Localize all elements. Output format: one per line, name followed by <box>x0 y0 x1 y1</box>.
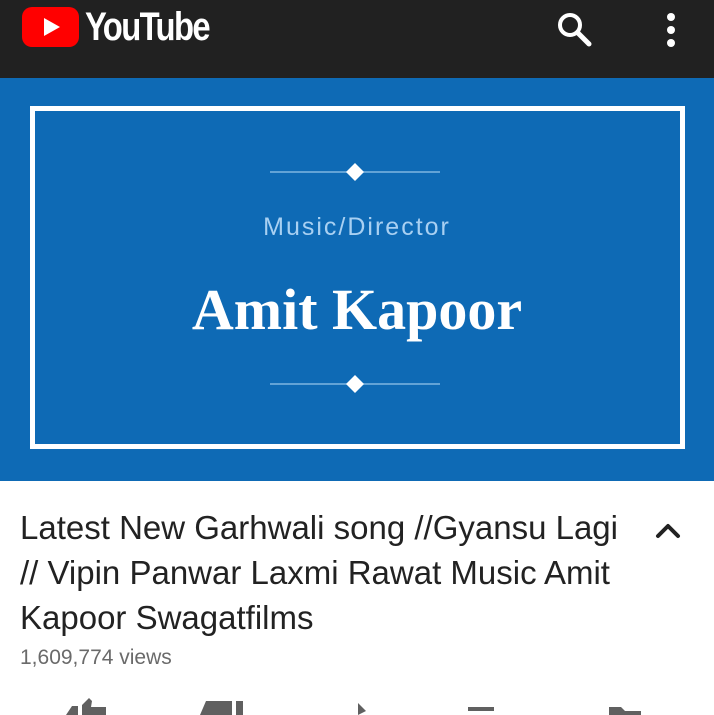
divider-diamond-icon <box>270 163 440 181</box>
top-app-bar: YouTube <box>0 0 714 78</box>
more-vertical-icon[interactable] <box>651 9 691 49</box>
brand-name: YouTube <box>85 5 211 49</box>
search-icon[interactable] <box>554 9 594 49</box>
chevron-up-icon[interactable] <box>652 517 684 543</box>
video-frame-title: Amit Kapoor <box>191 277 523 342</box>
video-player[interactable]: Music/Director Amit Kapoor <box>0 78 714 481</box>
youtube-logo-icon <box>22 7 79 47</box>
video-title[interactable]: Latest New Garhwali song //Gyansu Lagi /… <box>20 505 620 640</box>
action-bar <box>0 695 714 715</box>
divider-diamond-icon <box>270 375 440 393</box>
youtube-logo[interactable]: YouTube <box>22 7 236 47</box>
like-icon[interactable] <box>62 695 112 715</box>
download-icon[interactable] <box>605 695 655 715</box>
add-to-playlist-icon[interactable] <box>462 695 512 715</box>
video-info-panel: Latest New Garhwali song //Gyansu Lagi /… <box>0 481 714 715</box>
share-icon[interactable] <box>340 695 390 715</box>
view-count: 1,609,774 views <box>20 646 172 669</box>
video-frame-subtitle: Music/Director <box>263 213 451 241</box>
dislike-icon[interactable] <box>196 695 246 715</box>
